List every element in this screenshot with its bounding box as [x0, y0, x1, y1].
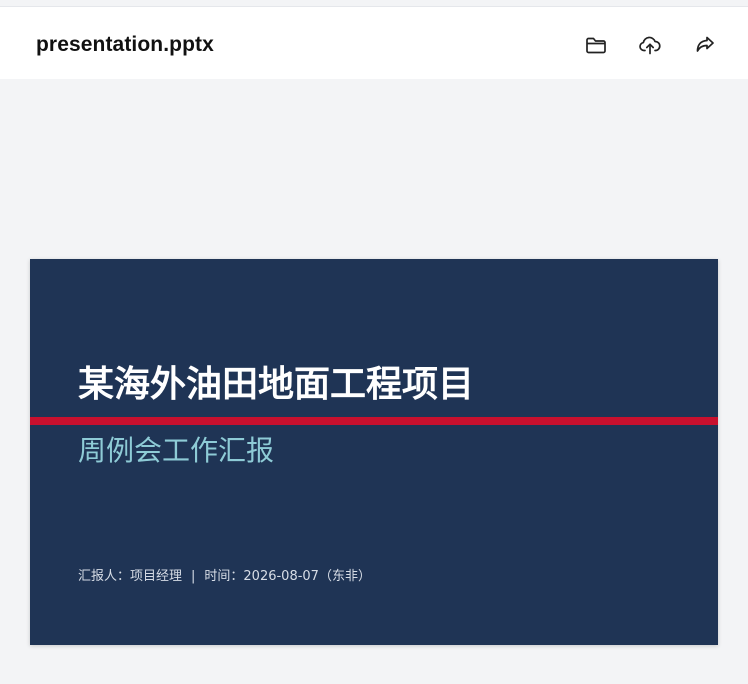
slide-title: 某海外油田地面工程项目	[78, 363, 475, 405]
file-name: presentation.pptx	[36, 33, 214, 56]
slide-subtitle: 周例会工作汇报	[78, 434, 275, 467]
share-button[interactable]	[689, 29, 721, 61]
upload-icon	[639, 36, 661, 55]
slide-time: 时间：2026-08-07（东非）	[204, 569, 371, 584]
share-icon	[696, 36, 714, 52]
open-folder-button[interactable]	[580, 29, 612, 61]
folder-icon	[586, 37, 606, 54]
slide-1[interactable]: 某海外油田地面工程项目 周例会工作汇报 汇报人：项目经理 | 时间：2026-08-…	[30, 259, 718, 645]
app-header: presentation.pptx	[0, 6, 748, 79]
slide-footer: 汇报人：项目经理 | 时间：2026-08-07（东非）	[78, 565, 371, 584]
slide-reporter: 汇报人：项目经理	[78, 569, 183, 584]
upload-button[interactable]	[634, 29, 666, 61]
slide-footer-separator: |	[191, 569, 196, 584]
slide-accent-rule	[30, 417, 718, 425]
